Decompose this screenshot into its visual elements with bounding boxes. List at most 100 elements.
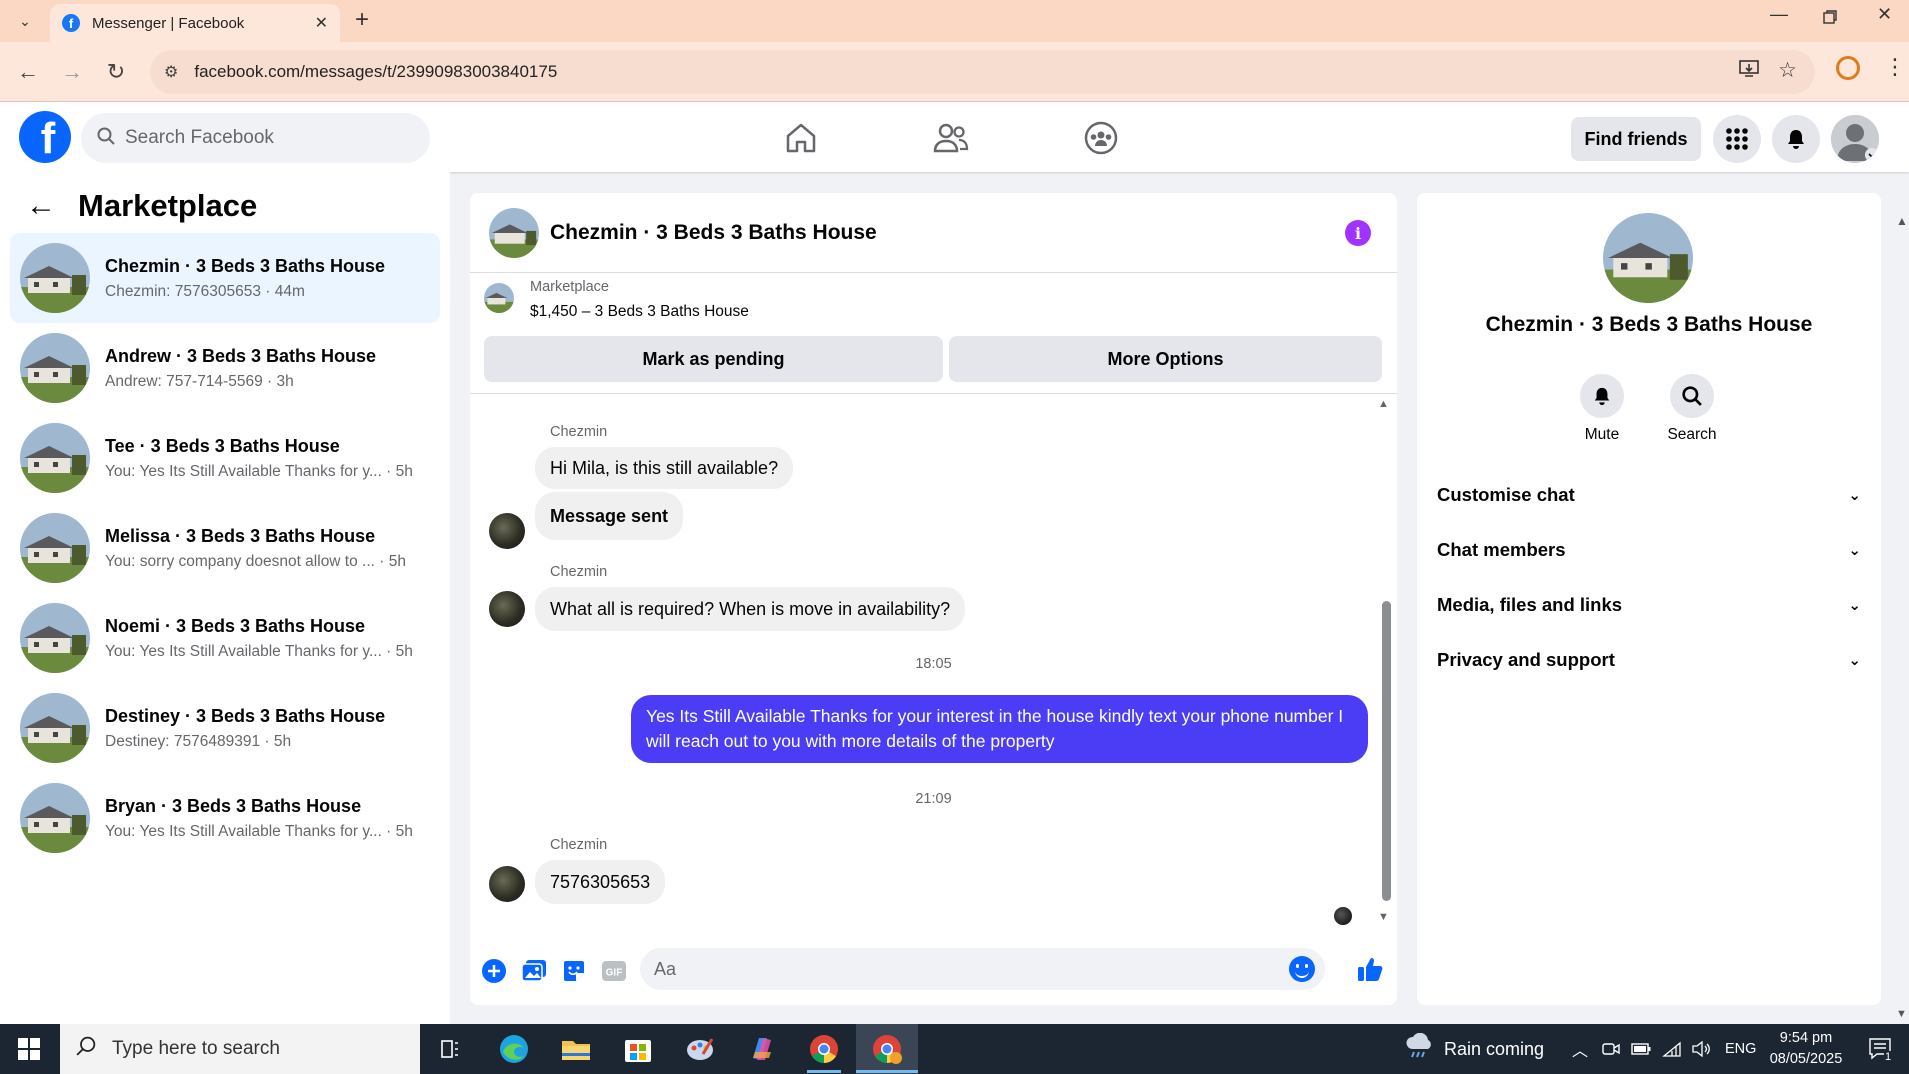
message-bubble[interactable]: Hi Mila, is this still available? [535,447,794,489]
paint-icon[interactable] [683,1032,717,1066]
reload-icon[interactable]: ↻ [100,56,132,88]
marketplace-sidebar: ← Marketplace Chezmin · 3 Beds 3 Baths H… [0,172,450,1024]
info-icon[interactable]: i [1345,220,1371,246]
search-icon [1670,374,1714,418]
menu-grid-icon[interactable] [1713,115,1761,163]
page-scroll-down-icon[interactable]: ▼ [1896,1008,1907,1020]
url-text[interactable]: facebook.com/messages/t/2399098300384017… [194,62,557,82]
chrome-profile-icon[interactable] [870,1032,904,1066]
my-message-bubble[interactable]: Yes Its Still Available Thanks for your … [631,695,1368,763]
conversation-item[interactable]: Noemi · 3 Beds 3 Baths House You: Yes Its… [10,593,440,683]
bookmark-star-icon[interactable]: ☆ [1778,58,1797,83]
page-scroll-up-icon[interactable]: ▲ [1896,214,1908,228]
file-explorer-icon[interactable] [559,1032,593,1066]
conversation-item[interactable]: Bryan · 3 Beds 3 Baths House You: Yes Its… [10,773,440,863]
account-avatar[interactable] [1831,115,1879,163]
scroll-down-icon[interactable]: ▼ [1378,911,1389,923]
more-options-button[interactable]: More Options [949,336,1382,382]
battery-icon[interactable] [1631,1024,1651,1074]
tab-search-dropdown-icon[interactable]: ⌄ [12,8,38,34]
facebook-logo-icon[interactable]: f [19,111,71,163]
chat-panel: Chezmin · 3 Beds 3 Baths House i Marketp… [470,193,1397,1005]
browser-menu-icon[interactable]: ⋮ [1884,54,1906,80]
back-arrow-icon[interactable]: ← [26,189,56,223]
notifications-bell-icon[interactable] [1772,115,1820,163]
chat-scrollbar[interactable] [1382,601,1391,901]
conversation-item[interactable]: Andrew · 3 Beds 3 Baths House Andrew: 757… [10,323,440,413]
message-bubble[interactable]: 7576305653 [535,860,666,904]
facebook-search[interactable] [81,113,430,163]
edge-icon[interactable] [497,1032,531,1066]
new-tab-icon[interactable]: + [355,6,369,34]
find-friends-button[interactable]: Find friends [1571,117,1701,161]
mark-as-pending-button[interactable]: Mark as pending [484,336,943,382]
conversation-item[interactable]: Tee · 3 Beds 3 Baths House You: Yes Its S… [10,413,440,503]
thumbs-up-icon[interactable] [1356,955,1384,983]
browser-tab[interactable]: f Messenger | Facebook ✕ [50,4,340,42]
sticker-icon[interactable] [560,957,588,985]
customise-chat-row[interactable]: Customise chat ⌄ [1437,475,1861,515]
copilot-icon[interactable] [745,1032,779,1066]
browser-profile-icon[interactable] [1836,56,1860,80]
restore-icon[interactable] [1823,8,1837,29]
facebook-search-input[interactable] [125,127,395,149]
sender-name: Chezmin [550,837,608,853]
browser-tabbar: ⌄ f Messenger | Facebook ✕ + — ✕ [0,0,1909,42]
sender-avatar[interactable] [489,591,525,627]
windows-start-icon[interactable] [18,1038,40,1060]
chat-title[interactable]: Chezmin · 3 Beds 3 Baths House [550,221,877,245]
site-info-icon[interactable]: ⚙ [164,62,178,82]
scroll-up-icon[interactable]: ▲ [1378,398,1389,410]
seen-avatar [1334,907,1352,925]
notification-count: 1 [1884,1051,1893,1063]
back-icon[interactable]: ← [12,56,44,88]
conversation-preview: You: Yes Its Still Available Thanks for … [105,462,413,480]
message-bubble[interactable]: What all is required? When is move in av… [535,587,966,631]
mute-label: Mute [1584,426,1620,443]
weather-widget[interactable]: Rain coming [1404,1024,1544,1074]
meet-now-icon[interactable] [1602,1024,1620,1074]
conversation-name: Melissa · 3 Beds 3 Baths House [105,525,376,546]
groups-icon[interactable] [1081,118,1121,158]
conversation-item[interactable]: Destiney · 3 Beds 3 Baths House Destiney:… [10,683,440,773]
conversation-item[interactable]: Melissa · 3 Beds 3 Baths House You: sorry… [10,503,440,593]
close-window-icon[interactable]: ✕ [1877,4,1892,25]
task-view-icon[interactable] [433,1032,467,1066]
url-bar[interactable]: ⚙ facebook.com/messages/t/23990983003840… [150,50,1815,94]
close-tab-icon[interactable]: ✕ [315,13,328,33]
conversation-preview: You: Yes Its Still Available Thanks for … [105,822,413,840]
sender-avatar[interactable] [489,866,525,902]
sidebar-title: Marketplace [78,188,258,223]
message-input-box[interactable] [640,948,1325,990]
volume-icon[interactable] [1691,1024,1711,1074]
chat-members-row[interactable]: Chat members ⌄ [1437,530,1861,570]
chrome-icon[interactable] [807,1032,841,1066]
install-app-icon[interactable] [1739,60,1759,83]
language-indicator[interactable]: ENG [1725,1024,1756,1074]
taskbar-search[interactable]: Type here to search [60,1024,420,1074]
search-in-chat-button[interactable]: Search [1657,374,1727,444]
chat-avatar[interactable] [489,208,539,258]
message-input[interactable] [654,958,1254,980]
microsoft-store-icon[interactable] [621,1032,655,1066]
media-files-links-row[interactable]: Media, files and links ⌄ [1437,585,1861,625]
forward-icon[interactable]: → [56,56,88,88]
friends-icon[interactable] [931,118,971,158]
notification-center-icon[interactable]: 1 [1868,1024,1894,1074]
emoji-icon[interactable] [1289,956,1315,982]
listing-thumbnail [20,693,90,763]
sender-avatar[interactable] [489,513,525,549]
home-icon[interactable] [781,118,821,158]
mute-button[interactable]: Mute [1567,374,1637,444]
wifi-icon[interactable] [1662,1024,1682,1074]
more-actions-icon[interactable] [480,957,508,985]
attach-photo-icon[interactable] [520,957,548,985]
minimize-icon[interactable]: — [1770,4,1788,25]
privacy-support-row[interactable]: Privacy and support ⌄ [1437,640,1861,680]
conversation-item[interactable]: Chezmin · 3 Beds 3 Baths House Chezmin: 7… [10,233,440,323]
gif-icon[interactable]: GIF [600,957,628,985]
details-avatar[interactable] [1603,213,1693,303]
system-clock[interactable]: 9:54 pm 08/05/2025 [1768,1028,1844,1070]
hidden-icons-chevron-icon[interactable]: ︿ [1572,1024,1588,1074]
message-bubble[interactable]: Message sent [535,492,684,540]
